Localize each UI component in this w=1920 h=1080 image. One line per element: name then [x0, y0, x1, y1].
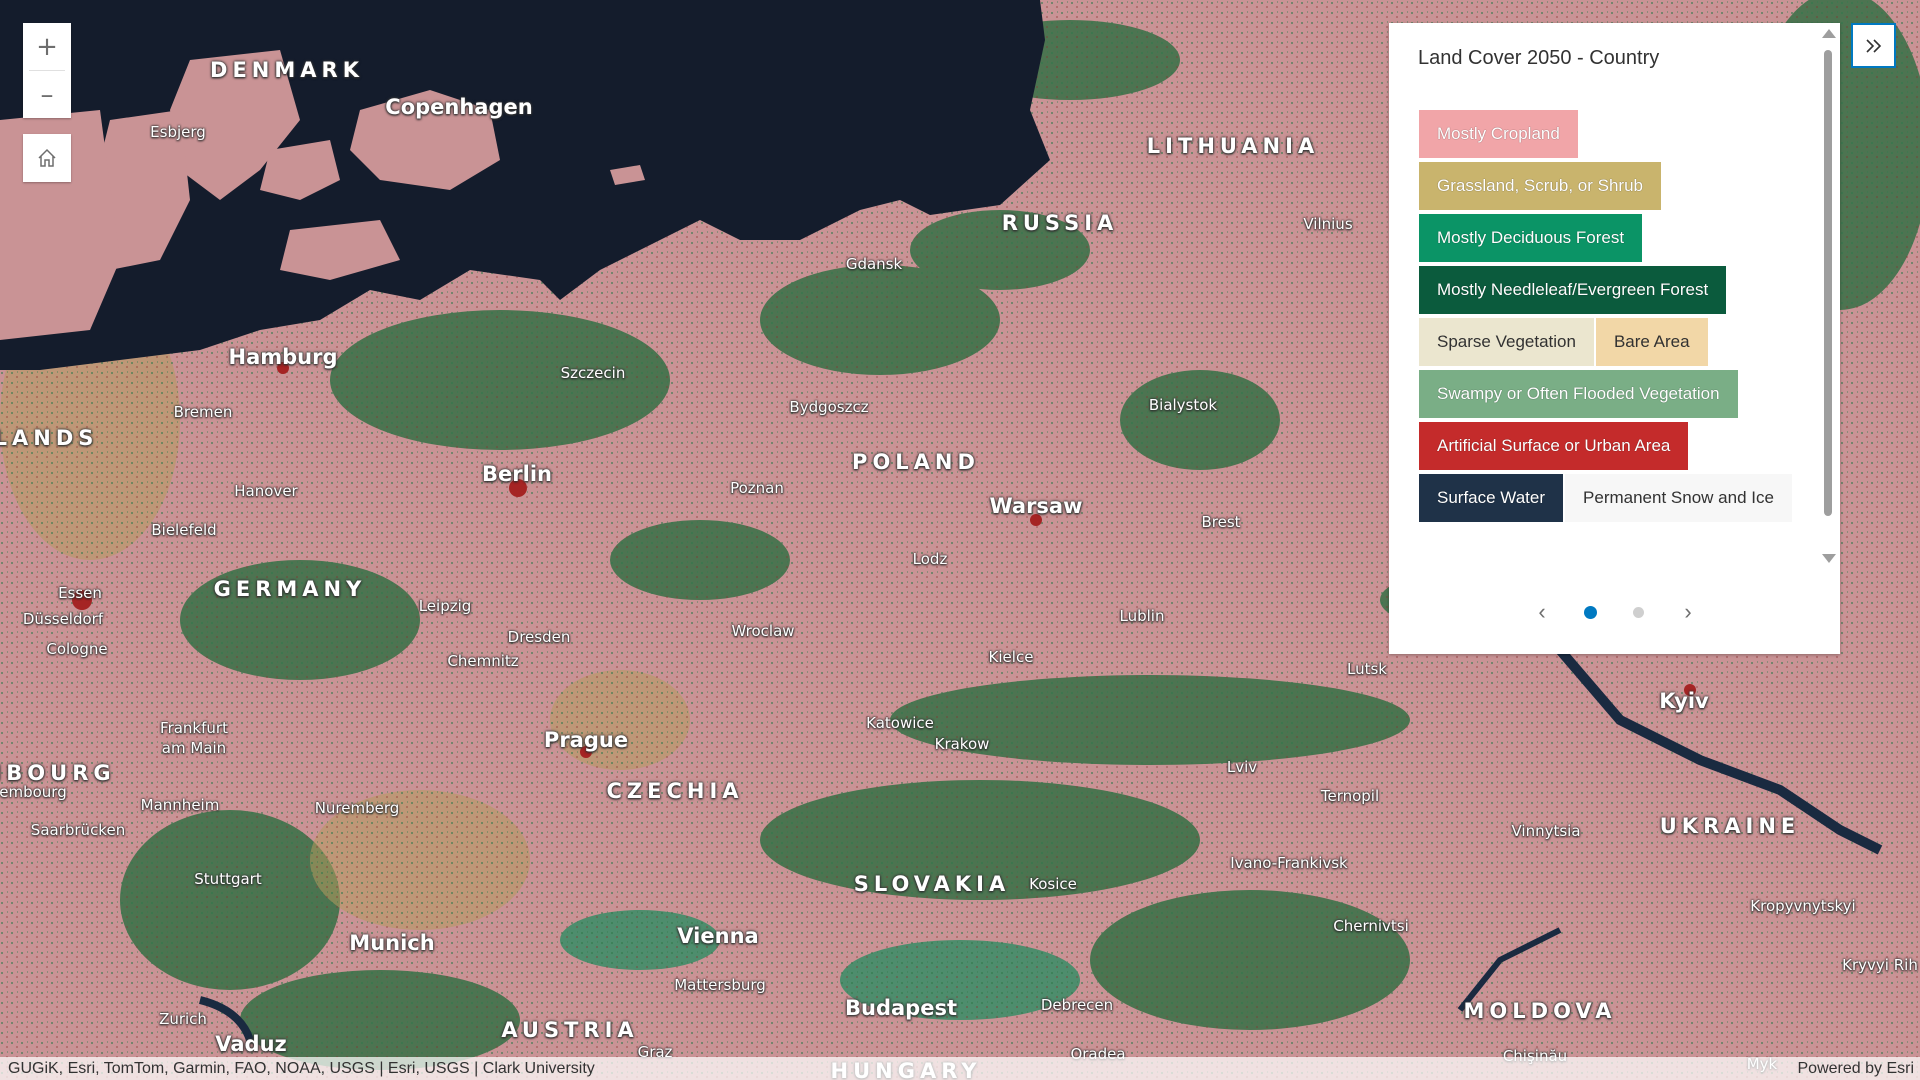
- legend-item-grassland-scrub-or-shrub: Grassland, Scrub, or Shrub: [1419, 162, 1661, 210]
- country-label-austria: AUSTRIA: [501, 1018, 639, 1042]
- city-minor-label-am_main: am Main: [161, 739, 227, 757]
- city-minor-label-ternopil: Ternopil: [1320, 787, 1380, 805]
- city-major-label-vienna: Vienna: [677, 924, 759, 948]
- city-major-label-prague: Prague: [543, 728, 629, 752]
- country-label-germany: GERMANY: [213, 577, 367, 601]
- city-minor-label-debrecen: Debrecen: [1040, 996, 1114, 1014]
- city-major-label-vaduz: Vaduz: [215, 1032, 287, 1056]
- legend-title: Land Cover 2050 - Country: [1418, 47, 1660, 69]
- city-minor-label-frankfurt: Frankfurt: [160, 719, 228, 737]
- city-minor-label-vilnius: Vilnius: [1303, 215, 1353, 233]
- city-minor-label-nuremberg: Nuremberg: [314, 799, 400, 817]
- legend-item-bare-area: Bare Area: [1595, 318, 1708, 366]
- city-major-label-budapest: Budapest: [845, 996, 957, 1020]
- page-dot-1[interactable]: [1584, 606, 1597, 619]
- city-minor-label-kosice: Kosice: [1029, 875, 1077, 893]
- city-minor-label-cologne: Cologne: [46, 640, 108, 658]
- home-icon: [38, 148, 56, 167]
- country-label-denmark: DENMARK: [210, 58, 364, 82]
- city-minor-label-gdansk: Gdansk: [845, 255, 903, 273]
- city-minor-label-wroclaw: Wroclaw: [731, 622, 795, 640]
- city-minor-label-bielefeld: Bielefeld: [151, 521, 217, 539]
- zoom-out-button[interactable]: –: [23, 71, 71, 118]
- legend-item-mostly-deciduous-forest: Mostly Deciduous Forest: [1419, 214, 1643, 262]
- city-minor-label-leipzig: Leipzig: [418, 597, 472, 615]
- city-minor-label-mattersburg: Mattersburg: [674, 976, 766, 994]
- scroll-down-arrow-icon[interactable]: [1822, 554, 1836, 563]
- next-page-button[interactable]: ›: [1676, 597, 1700, 627]
- city-minor-label-bremen: Bremen: [173, 403, 233, 421]
- country-label-luxembourg: MBOURG: [0, 761, 116, 785]
- city-minor-label-mannheim: Mannheim: [140, 796, 220, 814]
- legend-item-permanent-snow-and-ice: Permanent Snow and Ice: [1565, 474, 1792, 522]
- home-button[interactable]: [23, 134, 71, 182]
- city-major-label-kyiv: Kyiv: [1659, 689, 1709, 713]
- city-minor-label-dresden: Dresden: [507, 628, 571, 646]
- city-major-label-copenhagen: Copenhagen: [385, 95, 533, 119]
- country-label-czechia: CZECHIA: [606, 779, 744, 803]
- city-minor-label-szczecin: Szczecin: [560, 364, 626, 382]
- legend-item-swampy-or-often-flooded-vegetation: Swampy or Often Flooded Vegetation: [1419, 370, 1738, 418]
- city-major-label-munich: Munich: [349, 931, 435, 955]
- country-label-lithuania: LITHUANIA: [1146, 134, 1320, 158]
- city-minor-label-katowice: Katowice: [866, 714, 934, 732]
- city-minor-label-kielce: Kielce: [988, 648, 1034, 666]
- legend-panel: Land Cover 2050 - Country Mostly Croplan…: [1389, 23, 1840, 654]
- legend-item-artificial-surface-or-urban-area: Artificial Surface or Urban Area: [1419, 422, 1689, 470]
- city-minor-label-kryvyi_rih: Kryvyi Rih: [1842, 956, 1918, 974]
- city-major-label-berlin: Berlin: [482, 462, 552, 486]
- city-minor-label-chemnitz: Chemnitz: [447, 652, 519, 670]
- city-minor-label-lodz: Lodz: [912, 550, 948, 568]
- city-minor-label-brest: Brest: [1201, 513, 1241, 531]
- legend-item-sparse-vegetation: Sparse Vegetation: [1419, 318, 1594, 366]
- previous-page-button[interactable]: ‹: [1530, 597, 1554, 627]
- city-minor-label-ivano_frankivsk: Ivano-Frankivsk: [1230, 854, 1348, 872]
- city-minor-label-essen: Essen: [58, 584, 102, 602]
- city-major-label-warsaw: Warsaw: [989, 494, 1083, 518]
- attribution-bar: GUGiK, Esri, TomTom, Garmin, FAO, NOAA, …: [0, 1057, 1920, 1080]
- country-label-netherlands: LANDS: [0, 426, 99, 450]
- legend-scrollbar[interactable]: [1824, 50, 1832, 516]
- city-minor-label-krakow: Krakow: [934, 735, 990, 753]
- country-label-moldova: MOLDOVA: [1463, 999, 1617, 1023]
- zoom-in-button[interactable]: +: [23, 23, 71, 70]
- city-minor-label-poznan: Poznan: [730, 479, 784, 497]
- country-label-poland: POLAND: [852, 450, 980, 474]
- legend-items: Mostly CroplandGrassland, Scrub, or Shru…: [1419, 110, 1799, 526]
- city-minor-label-lublin: Lublin: [1119, 607, 1165, 625]
- page-dot-2[interactable]: [1633, 607, 1644, 618]
- city-minor-label-hanover: Hanover: [234, 482, 298, 500]
- attribution-text[interactable]: GUGiK, Esri, TomTom, Garmin, FAO, NOAA, …: [8, 1057, 595, 1080]
- city-minor-label-lutsk: Lutsk: [1347, 660, 1387, 678]
- city-minor-label-vinnytsia: Vinnytsia: [1511, 822, 1581, 840]
- city-minor-label-saarbrucken: Saarbrücken: [30, 821, 126, 839]
- city-minor-label-esbjerg: Esbjerg: [150, 123, 206, 141]
- city-major-label-hamburg: Hamburg: [228, 345, 338, 369]
- city-minor-label-dusseldorf: Düsseldorf: [22, 610, 104, 628]
- legend-item-mostly-needleleaf-evergreen-forest: Mostly Needleleaf/Evergreen Forest: [1419, 266, 1727, 314]
- city-minor-label-bydgoszcz: Bydgoszcz: [789, 398, 869, 416]
- city-minor-label-stuttgart: Stuttgart: [194, 870, 262, 888]
- legend-pager: ‹ ›: [1389, 597, 1840, 627]
- legend-item-mostly-cropland: Mostly Cropland: [1419, 110, 1578, 158]
- legend-item-surface-water: Surface Water: [1419, 474, 1564, 522]
- country-label-slovakia: SLOVAKIA: [853, 872, 1011, 896]
- city-minor-label-luxembourg_city: embourg: [0, 783, 67, 801]
- zoom-controls: + –: [23, 23, 71, 118]
- city-minor-label-bialystok: Bialystok: [1148, 396, 1218, 414]
- country-label-ukraine: UKRAINE: [1659, 814, 1801, 838]
- powered-by-esri[interactable]: Powered by Esri: [1798, 1057, 1915, 1080]
- city-minor-label-chernivtsi: Chernivtsi: [1333, 917, 1409, 935]
- scroll-up-arrow-icon[interactable]: [1822, 29, 1836, 38]
- collapse-legend-button[interactable]: [1851, 23, 1896, 68]
- double-chevron-right-icon: [1865, 38, 1881, 53]
- city-minor-label-kropyvnytskyi: Kropyvnytskyi: [1750, 897, 1856, 915]
- city-minor-label-zurich: Zurich: [159, 1010, 207, 1028]
- city-minor-label-lviv: Lviv: [1226, 758, 1258, 776]
- country-label-russia: RUSSIA: [1001, 211, 1119, 235]
